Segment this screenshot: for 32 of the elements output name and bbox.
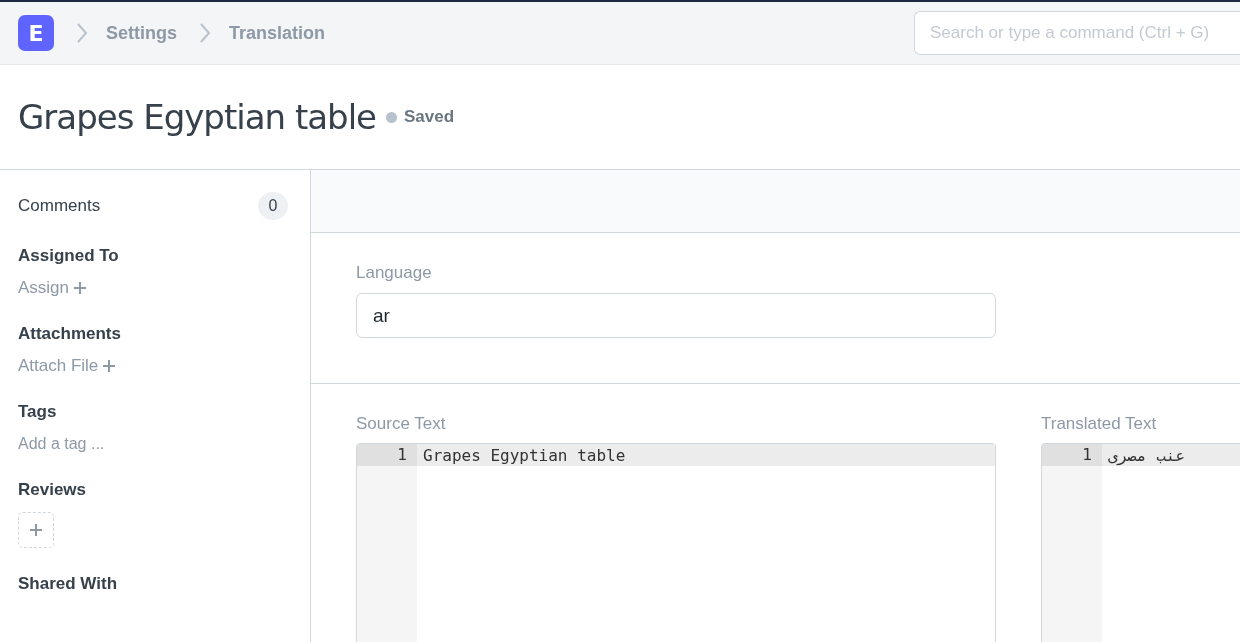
status-label: Saved	[404, 107, 455, 127]
chevron-right-icon	[199, 22, 211, 44]
section-heading: Attachments	[18, 324, 122, 344]
page-title: Grapes Egyptian table	[18, 97, 377, 137]
section-heading: Tags	[18, 402, 58, 422]
line-number: 1	[357, 444, 417, 466]
editor-label: Translated Text	[1041, 414, 1158, 434]
section-heading: Assigned To	[18, 246, 120, 266]
plus-icon	[102, 359, 117, 373]
section-heading: Shared With	[18, 574, 119, 594]
field-label: Language	[356, 263, 433, 283]
comments-label[interactable]: Comments	[18, 196, 101, 216]
comment-count: 0	[258, 192, 288, 220]
add-link[interactable]: Assign	[18, 278, 88, 298]
add-tag-field[interactable]: Add a tag ...	[18, 435, 105, 452]
add-link[interactable]: Attach File	[18, 356, 117, 376]
language-field[interactable]: ar	[356, 293, 996, 338]
add-review-button[interactable]	[18, 512, 54, 548]
breadcrumb-link[interactable]: Translation	[229, 22, 326, 44]
section-heading: Reviews	[18, 480, 88, 500]
code-line: Grapes Egyptian table	[422, 445, 626, 465]
plus-icon	[73, 281, 88, 295]
status-dot-icon	[386, 111, 398, 123]
code-editor[interactable]: 1 Grapes Egyptian table	[356, 443, 996, 642]
plus-icon	[29, 523, 43, 537]
app-logo[interactable]: E	[18, 15, 54, 51]
line-number: 1	[1042, 444, 1102, 466]
breadcrumb-link[interactable]: Settings	[106, 22, 177, 44]
code-line: عنب مصرى	[1107, 445, 1186, 465]
search-field[interactable]: Search or type a command (Ctrl + G)	[914, 11, 1240, 55]
editor-label: Source Text	[356, 414, 447, 434]
chevron-right-icon	[76, 22, 88, 44]
